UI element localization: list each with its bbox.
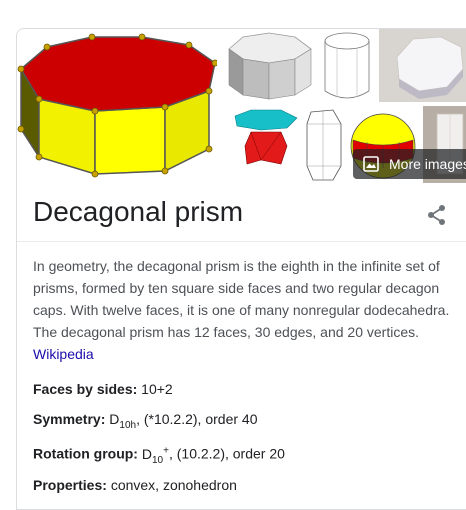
fact-rotation-value: , (10.2.2), order 20 (168, 445, 285, 462)
panel-header: Decagonal prism (17, 183, 466, 242)
fact-symmetry-value: , (*10.2.2), order 40 (136, 411, 258, 427)
fact-properties-value: convex, zonohedron (110, 477, 237, 493)
fact-properties: Properties: convex, zonohedron (33, 477, 237, 493)
fact-faces-label: Faces by sides: (33, 381, 138, 397)
more-images-label: More images (389, 156, 466, 172)
image-gallery: More images (17, 29, 466, 183)
description-text: In geometry, the decagonal prism is the … (33, 258, 450, 340)
fact-faces: Faces by sides: 10+2 (33, 381, 173, 397)
wikipedia-link[interactable]: Wikipedia (33, 346, 94, 362)
fact-properties-label: Properties: (33, 477, 107, 493)
panel-content: In geometry, the decagonal prism is the … (33, 255, 463, 493)
fact-symmetry: Symmetry: D10h, (*10.2.2), order 40 (33, 411, 257, 431)
thumbnail-grey-prism[interactable] (221, 29, 317, 102)
fact-faces-value: 10+2 (141, 381, 173, 397)
share-icon (428, 205, 445, 225)
thumbnail-prism-net[interactable] (221, 106, 301, 183)
fact-symmetry-link[interactable]: D10h (109, 411, 136, 431)
share-button[interactable] (425, 203, 449, 227)
knowledge-panel: More images Decagonal prism In geometry,… (16, 28, 466, 510)
fact-rotation-link[interactable]: D10+ (142, 445, 169, 465)
main-image[interactable] (17, 29, 217, 183)
fact-rotation-group: Rotation group: D10+, (10.2.2), order 20 (33, 445, 285, 465)
thumbnail-wireframe-cylinder[interactable] (319, 29, 375, 102)
fact-symmetry-label: Symmetry: (33, 411, 106, 427)
description: In geometry, the decagonal prism is the … (33, 255, 463, 365)
more-images-button[interactable]: More images (353, 149, 466, 179)
thumbnail-wireframe-prism[interactable] (303, 106, 345, 183)
page-title: Decagonal prism (33, 196, 244, 227)
fact-rotation-label: Rotation group: (33, 445, 138, 462)
thumbnail-paper-model[interactable] (379, 29, 466, 102)
image-gallery-icon (363, 156, 379, 172)
